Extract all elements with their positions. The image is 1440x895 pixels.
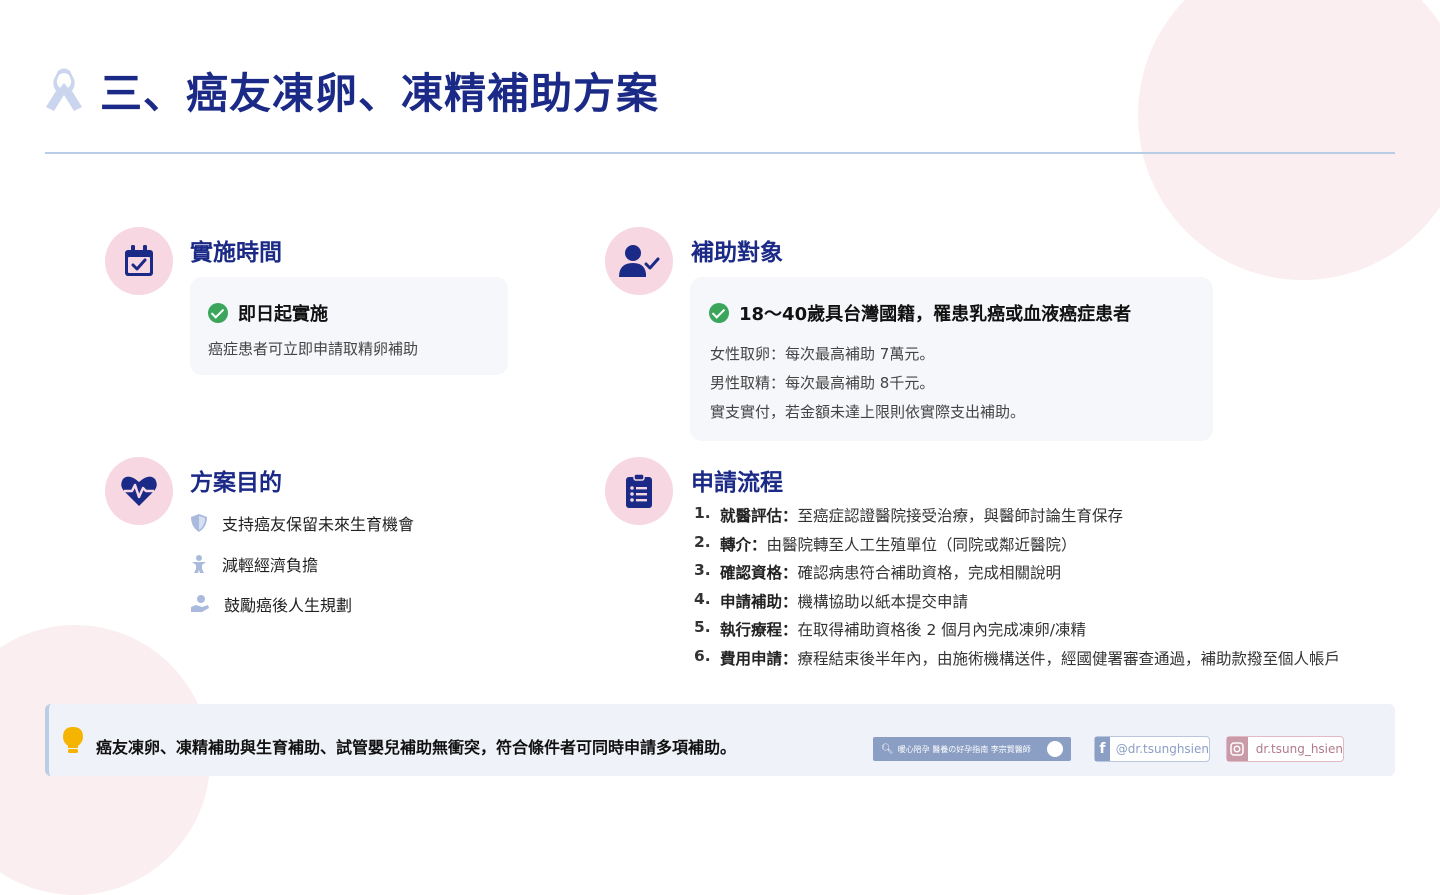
- ribbon-icon: [46, 68, 82, 111]
- search-icon: 🔍︎: [881, 743, 894, 755]
- instagram-handle: dr.tsung_hsien: [1255, 742, 1343, 756]
- target-line-actual: 實支實付，若金額未達上限則依實際支出補助。: [710, 403, 1026, 421]
- footer-note-text: 癌友凍卵、凍精補助與生育補助、試管嬰兒補助無衝突，符合條件者可同時申請多項補助。: [96, 738, 737, 757]
- step-number: 3.: [694, 561, 711, 579]
- section-time-icon-wrap: [105, 227, 173, 295]
- header: 三、癌友凍卵、凍精補助方案: [44, 60, 659, 121]
- step-number: 1.: [694, 504, 711, 522]
- section-process-title: 申請流程: [691, 470, 783, 496]
- check-circle-icon: [208, 303, 228, 323]
- goal-item: 鼓勵癌後人生規劃: [190, 592, 352, 616]
- step-text: 機構協助以紙本提交申請: [797, 593, 969, 611]
- page-title: 三、癌友凍卵、凍精補助方案: [100, 69, 660, 118]
- step-text: 至癌症認證醫院接受治療，與醫師討論生育保存: [797, 507, 1124, 525]
- section-time-card: [190, 277, 508, 375]
- section-goal-title: 方案目的: [190, 470, 282, 496]
- step-text: 確認病患符合補助資格，完成相關說明: [797, 564, 1062, 582]
- step-text: 療程結束後半年內，由施術機構送件，經國健署審查通過，補助款撥至個人帳戶: [797, 650, 1341, 668]
- section-time-title: 實施時間: [190, 240, 282, 266]
- step-text: 由醫院轉至人工生殖單位（同院或鄰近醫院）: [766, 536, 1077, 554]
- process-step: 6. 費用申請： 療程結束後半年內，由施術機構送件，經國健署審查通過，補助款撥至…: [694, 647, 1340, 669]
- calendar-check-icon: [125, 245, 153, 276]
- section-process-icon-wrap: [605, 457, 673, 525]
- goal-item-text: 鼓勵癌後人生規劃: [224, 596, 353, 615]
- goal-item: 減輕經濟負擔: [190, 552, 318, 576]
- goal-item-text: 支持癌友保留未來生育機會: [222, 515, 415, 534]
- section-target-headline: 18～40歲具台灣國籍，罹患乳癌或血液癌症患者: [709, 300, 1131, 326]
- shield-icon: [191, 514, 207, 532]
- process-step: 5. 執行療程： 在取得補助資格後 2 個月內完成凍卵/凍精: [694, 618, 1086, 640]
- step-number: 5.: [694, 618, 711, 636]
- title-divider: [45, 152, 1395, 154]
- step-key: 就醫評估：: [720, 507, 798, 525]
- goal-item: 支持癌友保留未來生育機會: [190, 511, 414, 535]
- search-bar-text: 暖心陪孕 醫養の好孕指南 李宗賢醫師: [897, 744, 1031, 754]
- step-text: 在取得補助資格後 2 個月內完成凍卵/凍精: [797, 621, 1086, 639]
- section-goal-icon-wrap: [105, 457, 173, 525]
- target-line-female: 女性取卵：每次最高補助 7萬元。: [710, 345, 935, 363]
- section-target-icon-wrap: [605, 227, 673, 295]
- lightbulb-icon: [63, 727, 83, 753]
- decorative-circle-top-right: [1138, 0, 1440, 280]
- search-bar[interactable]: 🔍︎ 暖心陪孕 醫養の好孕指南 李宗賢醫師: [873, 737, 1071, 761]
- instagram-link[interactable]: dr.tsung_hsien: [1226, 736, 1344, 762]
- section-time-headline-text: 即日起實施: [238, 304, 328, 325]
- section-time-headline: 即日起實施: [208, 300, 328, 326]
- step-key: 費用申請：: [720, 650, 798, 668]
- facebook-handle: @dr.tsunghsien: [1115, 742, 1209, 756]
- instagram-icon: [1227, 737, 1248, 761]
- clipboard-list-icon: [626, 473, 652, 508]
- target-line-male: 男性取精：每次最高補助 8千元。: [710, 374, 935, 392]
- section-target-title: 補助對象: [691, 240, 783, 266]
- goal-item-text: 減輕經濟負擔: [222, 556, 319, 575]
- step-key: 執行療程：: [720, 621, 798, 639]
- facebook-link[interactable]: f @dr.tsunghsien: [1094, 736, 1210, 762]
- messenger-icon[interactable]: [1047, 741, 1063, 757]
- process-step: 4. 申請補助： 機構協助以紙本提交申請: [694, 590, 968, 612]
- check-circle-icon: [709, 303, 729, 323]
- section-time-desc: 癌症患者可立即申請取精卵補助: [208, 340, 419, 358]
- step-number: 2.: [694, 533, 711, 551]
- step-number: 4.: [694, 590, 711, 608]
- step-number: 6.: [694, 647, 711, 665]
- child-icon: [192, 555, 206, 573]
- process-step: 1. 就醫評估： 至癌症認證醫院接受治療，與醫師討論生育保存: [694, 504, 1123, 526]
- section-target-headline-text: 18～40歲具台灣國籍，罹患乳癌或血液癌症患者: [739, 304, 1132, 325]
- step-key: 轉介：: [720, 536, 767, 554]
- hand-coin-icon: [191, 595, 209, 612]
- process-step: 3. 確認資格： 確認病患符合補助資格，完成相關說明: [694, 561, 1061, 583]
- user-check-icon: [619, 245, 660, 277]
- step-key: 申請補助：: [720, 593, 798, 611]
- process-step: 2. 轉介： 由醫院轉至人工生殖單位（同院或鄰近醫院）: [694, 533, 1077, 555]
- step-key: 確認資格：: [720, 564, 798, 582]
- heart-pulse-icon: [121, 476, 157, 506]
- facebook-icon: f: [1095, 737, 1110, 761]
